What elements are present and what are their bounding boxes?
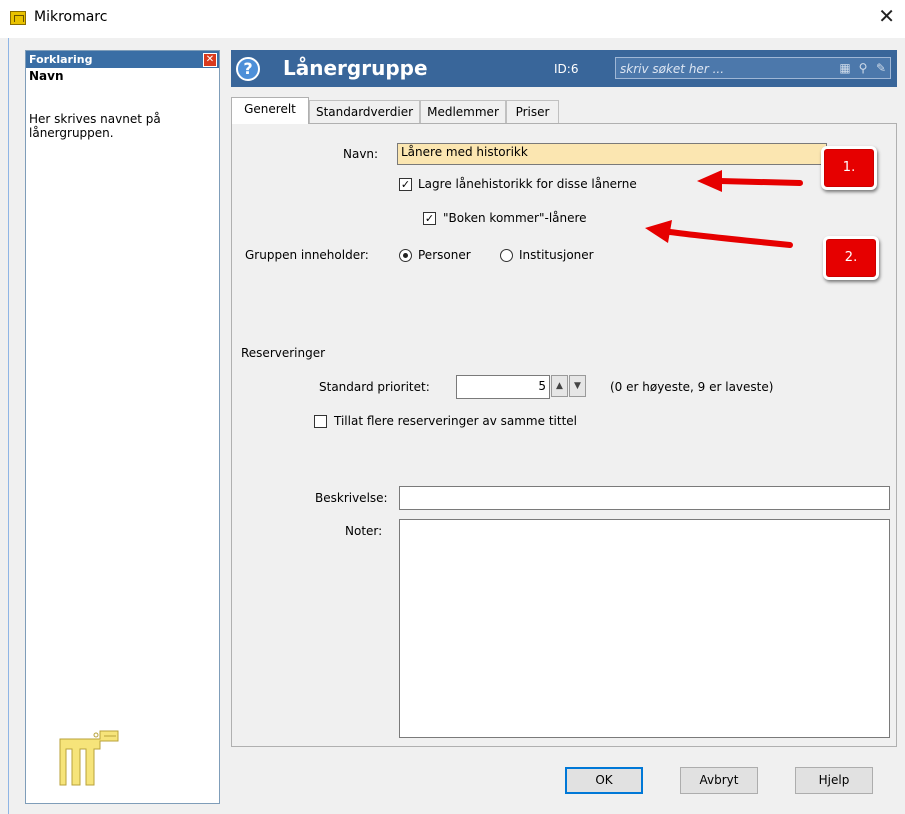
priority-down-button[interactable]: ▼: [569, 375, 586, 397]
allow-multiple-checkbox[interactable]: [314, 415, 327, 428]
description-field[interactable]: [399, 486, 890, 510]
ok-button[interactable]: OK: [565, 767, 643, 794]
description-label: Beskrivelse:: [315, 491, 388, 505]
help-description: Her skrives navnet på lånergruppen.: [29, 112, 161, 140]
boken-checkbox-label: "Boken kommer"-lånere: [443, 211, 587, 225]
help-field-name-row: Navn: [26, 68, 219, 87]
cancel-button[interactable]: Avbryt: [680, 767, 758, 794]
name-field[interactable]: Lånere med historikk: [397, 143, 827, 165]
callout-1: 1.: [821, 146, 877, 190]
help-pane-body: Her skrives navnet på lånergruppen.: [26, 87, 219, 803]
history-checkbox-label: Lagre lånehistorikk for disse lånerne: [418, 177, 637, 191]
help-pane-header: Forklaring ✕ Navn: [26, 51, 219, 87]
search-icon[interactable]: ⚲: [856, 61, 870, 75]
help-field-name: Navn: [29, 69, 64, 83]
record-header: ? Lånergruppe ID:6 ▦ ⚲ ✎: [231, 50, 897, 87]
contains-label: Gruppen inneholder:: [245, 248, 369, 262]
clear-search-icon[interactable]: ▦: [838, 61, 852, 75]
priority-hint: (0 er høyeste, 9 er laveste): [610, 380, 774, 394]
help-button[interactable]: Hjelp: [795, 767, 873, 794]
radio-persons-label: Personer: [418, 248, 471, 262]
history-checkbox[interactable]: ✓: [399, 178, 412, 191]
reservations-heading: Reserveringer: [241, 346, 326, 360]
search-input[interactable]: [618, 59, 802, 79]
window-title: Mikromarc: [34, 9, 108, 25]
priority-label: Standard prioritet:: [319, 380, 430, 394]
radio-persons[interactable]: [399, 249, 412, 262]
notes-field[interactable]: [399, 519, 890, 738]
notes-label: Noter:: [345, 524, 383, 538]
general-tab-panel: Navn: Lånere med historikk ✓ Lagre låneh…: [231, 123, 897, 747]
tab-generelt[interactable]: Generelt: [231, 97, 309, 124]
tab-medlemmer[interactable]: Medlemmer: [420, 100, 506, 123]
radio-institutions-label: Institusjoner: [519, 248, 594, 262]
search-box: ▦ ⚲ ✎: [615, 57, 891, 79]
allow-multiple-label: Tillat flere reserveringer av samme titt…: [334, 414, 577, 428]
tab-standardverdier[interactable]: Standardverdier: [309, 100, 420, 123]
app-icon: [10, 11, 26, 25]
priority-up-button[interactable]: ▲: [551, 375, 568, 397]
record-id: ID:6: [554, 62, 579, 76]
help-pane-title: Forklaring: [29, 53, 93, 66]
callout-2: 2.: [823, 236, 879, 280]
tab-priser[interactable]: Priser: [506, 100, 559, 123]
help-pane: Forklaring ✕ Navn Her skrives navnet på …: [25, 50, 220, 804]
title-bar: Mikromarc ✕: [0, 0, 905, 38]
close-icon[interactable]: ✕: [203, 53, 217, 67]
priority-stepper[interactable]: 5: [456, 375, 550, 399]
window-border: [8, 38, 9, 814]
help-icon[interactable]: ?: [236, 57, 260, 81]
name-label: Navn:: [343, 147, 379, 161]
window-close-button[interactable]: ✕: [878, 6, 895, 26]
boken-checkbox[interactable]: ✓: [423, 212, 436, 225]
pin-icon[interactable]: ✎: [874, 61, 888, 75]
mikromarc-logo-icon: [59, 730, 119, 786]
radio-institutions[interactable]: [500, 249, 513, 262]
record-title: Lånergruppe: [283, 56, 428, 80]
